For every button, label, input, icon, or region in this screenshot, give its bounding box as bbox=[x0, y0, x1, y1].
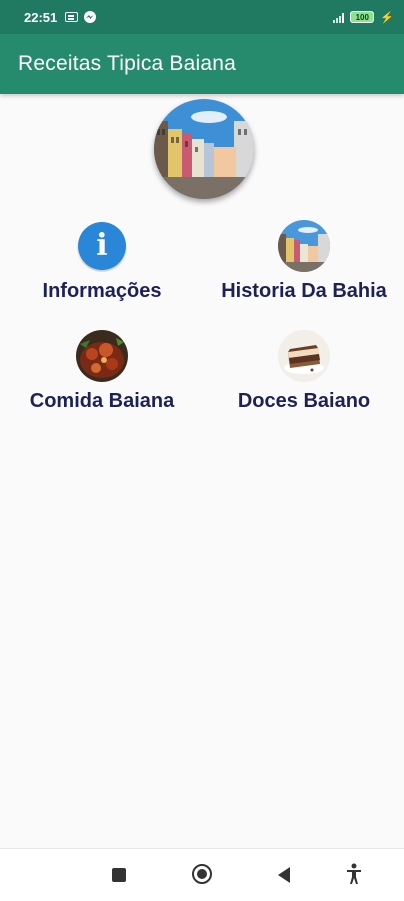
charging-icon: ⚡ bbox=[380, 11, 394, 24]
status-time: 22:51 bbox=[24, 9, 58, 25]
back-icon[interactable] bbox=[278, 867, 290, 883]
battery-icon: 100 bbox=[350, 11, 375, 23]
app-bar: Receitas Tipica Baiana bbox=[0, 34, 404, 94]
tile-doces-baiano[interactable]: Doces Baiano bbox=[232, 330, 376, 413]
tile-label: Doces Baiano bbox=[237, 390, 371, 412]
tile-comida-baiana[interactable]: Comida Baiana bbox=[24, 330, 180, 413]
info-icon: i bbox=[76, 220, 128, 272]
app-title: Receitas Tipica Baiana bbox=[18, 52, 237, 75]
status-bar: 22:51 100 ⚡ bbox=[0, 0, 404, 34]
signal-icon bbox=[333, 11, 345, 23]
messenger-notification-icon bbox=[84, 11, 97, 23]
home-icon[interactable] bbox=[192, 864, 212, 884]
accessibility-icon[interactable] bbox=[345, 863, 363, 885]
tile-historia-da-bahia[interactable]: Historia Da Bahia bbox=[216, 220, 392, 303]
cake-image bbox=[278, 330, 330, 382]
tile-label: Informações bbox=[42, 280, 162, 302]
system-navigation-bar bbox=[0, 848, 404, 901]
tile-label: Historia Da Bahia bbox=[221, 280, 387, 302]
tile-informacoes[interactable]: i Informações bbox=[38, 220, 166, 303]
recent-apps-icon[interactable] bbox=[112, 868, 126, 882]
bahia-street-image bbox=[278, 220, 330, 272]
battery-level: 100 bbox=[355, 12, 369, 22]
tile-label: Comida Baiana bbox=[29, 390, 175, 412]
message-notification-icon bbox=[65, 12, 79, 22]
hero-street-image bbox=[154, 99, 254, 199]
comida-image bbox=[76, 330, 128, 382]
